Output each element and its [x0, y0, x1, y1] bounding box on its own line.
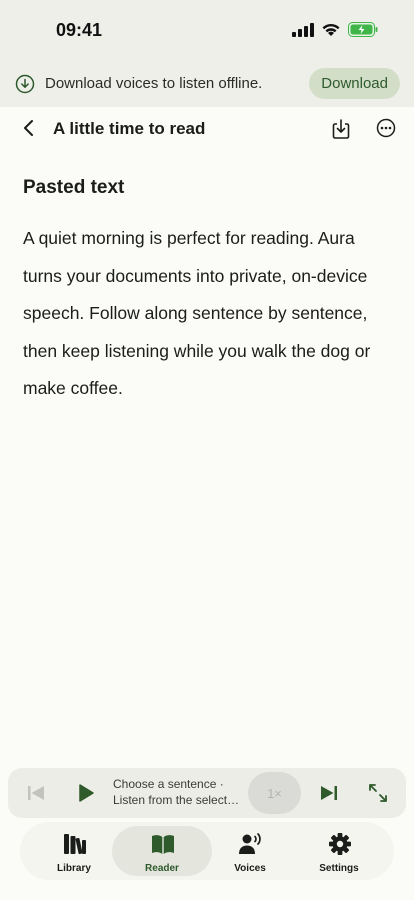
expand-icon[interactable]	[367, 782, 389, 804]
tab-reader[interactable]: Reader	[112, 826, 212, 876]
battery-charging-icon	[348, 22, 378, 37]
section-title: Pasted text	[23, 177, 125, 198]
mini-player: Choose a sentence · Listen from the sele…	[8, 768, 406, 818]
tab-label: Voices	[234, 863, 266, 874]
status-time: 09:41	[56, 20, 103, 40]
download-circle-icon	[15, 74, 35, 94]
skip-next-icon[interactable]	[319, 783, 339, 803]
document-title: A little time to read	[53, 119, 206, 138]
tab-label: Library	[57, 863, 91, 874]
cellular-signal-icon	[292, 22, 314, 37]
tab-voices[interactable]: Voices	[200, 826, 300, 876]
wifi-icon	[322, 23, 340, 36]
tab-settings[interactable]: Settings	[289, 826, 389, 876]
playback-speed-button[interactable]: 1×	[248, 772, 301, 814]
player-line-2: Listen from the selected sentence	[113, 792, 243, 807]
reader-icon	[152, 835, 174, 854]
status-bar: 09:41	[0, 0, 414, 62]
status-icons	[292, 22, 378, 37]
tab-library[interactable]: Library	[24, 826, 124, 876]
play-icon[interactable]	[76, 782, 96, 804]
document-body-text[interactable]: A quiet morning is perfect for reading. …	[23, 220, 395, 408]
player-status-text[interactable]: Choose a sentence · Listen from the sele…	[113, 777, 243, 808]
voices-icon	[239, 833, 261, 854]
banner-message: Download voices to listen offline.	[45, 75, 263, 92]
reader-header: A little time to read	[0, 107, 414, 151]
skip-previous-icon[interactable]	[26, 783, 46, 803]
tab-label: Settings	[319, 863, 359, 874]
library-icon	[64, 834, 86, 855]
settings-icon	[329, 833, 351, 855]
player-line-1: Choose a sentence ·	[113, 777, 224, 791]
offline-download-banner: Download voices to listen offline. Downl…	[0, 62, 414, 107]
tab-label: Reader	[145, 863, 179, 874]
tab-bar: Library Reader Voices Settings	[20, 822, 394, 880]
more-options-icon[interactable]	[376, 118, 396, 138]
download-tray-icon[interactable]	[331, 118, 351, 140]
download-voices-button[interactable]: Download	[309, 68, 400, 99]
back-chevron-icon[interactable]	[18, 117, 40, 139]
